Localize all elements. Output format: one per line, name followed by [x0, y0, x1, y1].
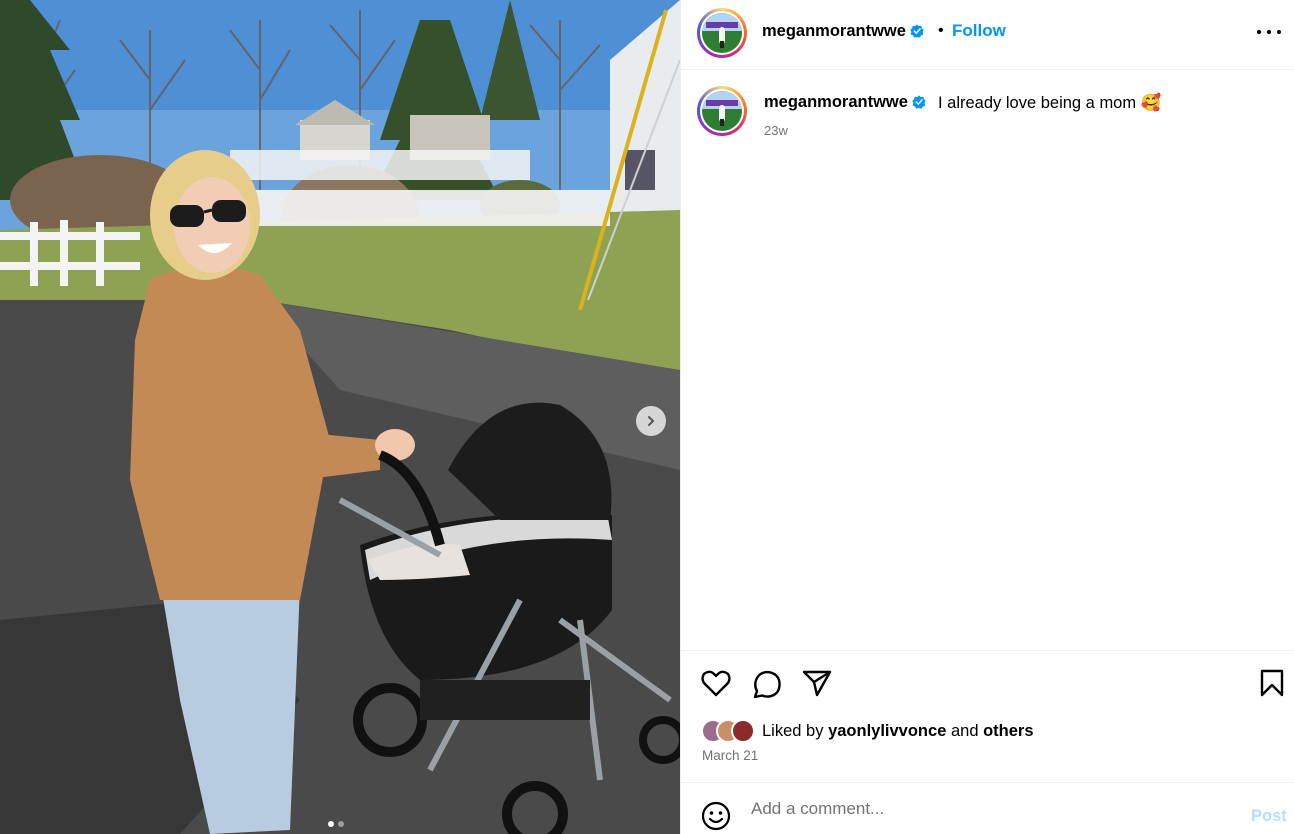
liker-avatar[interactable] [731, 719, 755, 743]
liked-by-row: Liked by yaonlylivvonce and others [701, 718, 1034, 744]
comment-bar: Post [681, 782, 1294, 834]
post-sidebar: meganmorantwwe • Follow meganmorantwwe I… [680, 0, 1294, 834]
instagram-post-view: meganmorantwwe • Follow meganmorantwwe I… [0, 0, 1294, 834]
heart-icon [701, 670, 731, 697]
carousel-next-button[interactable] [636, 406, 666, 436]
caption-timestamp[interactable]: 23w [764, 123, 788, 138]
caption-author-avatar[interactable] [697, 86, 747, 136]
verified-badge-icon [912, 95, 926, 109]
liked-by-user-link[interactable]: yaonlylivvonce [828, 722, 946, 740]
author-username-link[interactable]: meganmorantwwe [762, 22, 924, 41]
comment-button[interactable] [752, 669, 782, 704]
post-date[interactable]: March 21 [702, 748, 758, 763]
author-username: meganmorantwwe [762, 22, 906, 40]
bookmark-icon [1260, 669, 1284, 697]
like-button[interactable] [701, 669, 731, 702]
caption-username: meganmorantwwe [764, 93, 908, 111]
post-comment-button[interactable]: Post [1251, 807, 1287, 826]
emoji-button[interactable] [701, 801, 731, 834]
save-button[interactable] [1259, 669, 1285, 702]
header-separator: • [938, 22, 944, 39]
comment-bubble-icon [753, 670, 781, 699]
follow-button[interactable]: Follow [952, 21, 1006, 41]
chevron-right-icon [648, 416, 655, 426]
carousel-dot-active [328, 821, 334, 827]
author-avatar[interactable] [697, 8, 747, 58]
share-button[interactable] [802, 669, 832, 702]
more-options-button[interactable] [1257, 23, 1281, 41]
smiley-icon [701, 801, 731, 831]
liked-by-others-link[interactable]: others [983, 722, 1033, 740]
more-horizontal-icon [1257, 30, 1261, 34]
liked-by-prefix: Liked by [762, 721, 824, 740]
carousel-dot [338, 821, 344, 827]
post-header: meganmorantwwe • Follow [681, 0, 1294, 70]
carousel-indicator [328, 821, 344, 827]
caption-username-link[interactable]: meganmorantwwe [764, 93, 926, 112]
caption-text: I already love being a mom 🥰 [938, 94, 1162, 112]
comment-input[interactable] [751, 797, 1221, 821]
verified-badge-icon [910, 24, 924, 38]
liked-by-text: Liked by yaonlylivvonce and others [762, 722, 1034, 741]
post-photo[interactable] [0, 0, 680, 834]
liked-by-joiner: and [950, 721, 979, 740]
photo-scene [0, 0, 680, 834]
paper-plane-icon [802, 670, 832, 697]
post-actions: Liked by yaonlylivvonce and others March… [681, 650, 1294, 782]
